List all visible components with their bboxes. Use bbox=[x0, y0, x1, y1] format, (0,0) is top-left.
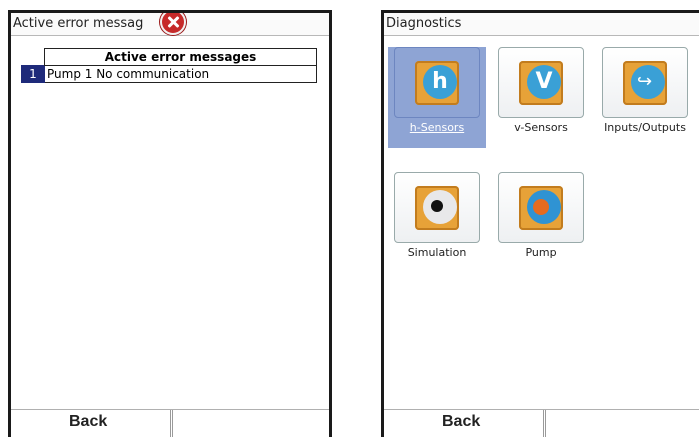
title-bar: Diagnostics bbox=[384, 13, 699, 36]
simulation-icon bbox=[415, 186, 459, 230]
row-index: 1 bbox=[21, 65, 45, 83]
back-button-label: Back bbox=[69, 413, 108, 430]
diagnostics-screen: Diagnostics h h-Sensors V v-Sensors ↪ In… bbox=[381, 10, 699, 437]
softkey-right[interactable] bbox=[172, 410, 329, 437]
tile-v-sensors[interactable]: V v-Sensors bbox=[492, 47, 590, 134]
header-spacer bbox=[22, 49, 45, 66]
table-header: Active error messages bbox=[44, 48, 317, 66]
softkey-bar: Back bbox=[11, 409, 329, 437]
tile-label: h-Sensors bbox=[409, 121, 465, 134]
tile-simulation[interactable]: Simulation bbox=[388, 172, 486, 259]
softkey-right[interactable] bbox=[545, 410, 699, 437]
error-messages-screen: Active error messag Active error message… bbox=[8, 10, 332, 437]
back-button[interactable]: Back bbox=[11, 410, 171, 437]
v-sensors-icon: V bbox=[519, 61, 563, 105]
title-bar: Active error messag bbox=[11, 13, 329, 36]
tile-frame: h bbox=[394, 47, 480, 118]
close-icon[interactable] bbox=[160, 13, 186, 35]
tile-label: Inputs/Outputs bbox=[604, 121, 686, 134]
back-button-label: Back bbox=[442, 413, 481, 430]
tile-inputs-outputs[interactable]: ↪ Inputs/Outputs bbox=[596, 47, 694, 134]
error-messages-table: Active error messages 1 Pump 1 No commun… bbox=[21, 48, 317, 83]
pump-icon bbox=[519, 186, 563, 230]
tile-frame bbox=[498, 172, 584, 243]
tile-label: Simulation bbox=[407, 246, 467, 259]
h-sensors-icon: h bbox=[415, 61, 459, 105]
table-row[interactable]: 1 Pump 1 No communication bbox=[21, 65, 317, 83]
tile-h-sensors[interactable]: h h-Sensors bbox=[388, 47, 486, 148]
inputs-outputs-icon: ↪ bbox=[623, 61, 667, 105]
tile-pump[interactable]: Pump bbox=[492, 172, 590, 259]
screen-title: Diagnostics bbox=[386, 16, 462, 31]
tile-label: v-Sensors bbox=[514, 121, 568, 134]
tile-frame: ↪ bbox=[602, 47, 688, 118]
back-button[interactable]: Back bbox=[384, 410, 544, 437]
tile-frame bbox=[394, 172, 480, 243]
tile-frame: V bbox=[498, 47, 584, 118]
softkey-bar: Back bbox=[384, 409, 699, 437]
screen-title: Active error messag bbox=[13, 16, 144, 31]
row-message: Pump 1 No communication bbox=[44, 65, 317, 83]
tile-label: Pump bbox=[525, 246, 557, 259]
